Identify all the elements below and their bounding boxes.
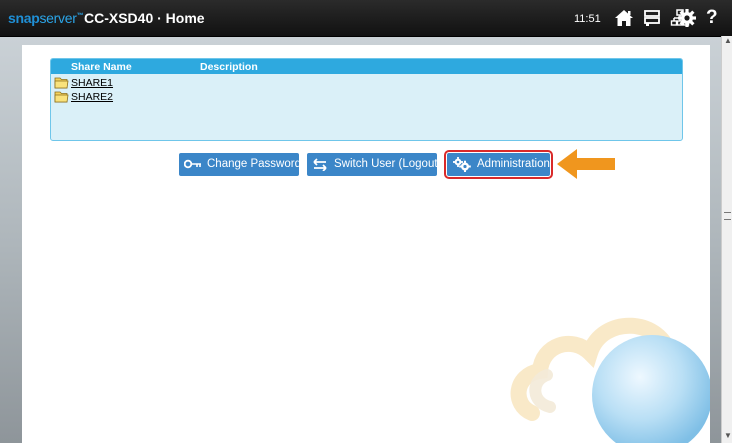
storage-icon[interactable] <box>642 8 662 28</box>
switch-arrows-icon <box>313 158 327 171</box>
folder-icon <box>54 77 69 89</box>
page-title: CC-XSD40 · Home <box>84 10 205 26</box>
share-link[interactable]: SHARE1 <box>71 77 113 89</box>
logo-snap-text: snap <box>8 10 40 26</box>
main-content: Share Name Description SHARE1 SHARE2 Cha… <box>22 45 710 443</box>
gear-icon[interactable] <box>677 8 697 28</box>
snapserver-logo[interactable]: snapserver™ <box>8 10 84 26</box>
home-icon[interactable] <box>614 8 634 28</box>
key-icon <box>184 159 201 169</box>
top-bar: snapserver™ CC-XSD40 · Home 11:51 ? <box>0 0 732 37</box>
column-share-name: Share Name <box>71 61 132 73</box>
administration-label: Administration <box>477 158 550 170</box>
logo-trademark: ™ <box>76 12 84 20</box>
share-link[interactable]: SHARE2 <box>71 91 113 103</box>
logo-server-text: server <box>39 10 77 26</box>
help-icon[interactable]: ? <box>706 7 718 29</box>
scroll-down-arrow-icon[interactable]: ▼ <box>723 431 732 441</box>
vertical-scrollbar[interactable]: ▲ ▼ <box>721 36 732 443</box>
cloud-decoration-icon <box>510 317 710 443</box>
change-password-label: Change Password <box>207 158 301 170</box>
switch-user-label: Switch User (Logout) <box>334 158 442 170</box>
shares-table: Share Name Description SHARE1 SHARE2 <box>50 58 683 141</box>
folder-icon <box>54 91 69 103</box>
change-password-button[interactable]: Change Password <box>179 153 301 176</box>
gears-icon <box>453 157 471 172</box>
pointer-arrow-icon <box>557 149 615 179</box>
scroll-up-arrow-icon[interactable]: ▲ <box>723 36 732 46</box>
clock-time: 11:51 <box>574 13 601 25</box>
column-description: Description <box>200 61 258 73</box>
administration-button[interactable]: Administration <box>444 150 553 179</box>
scroll-grip[interactable] <box>724 212 731 220</box>
shares-table-header: Share Name Description <box>51 59 682 74</box>
switch-user-button[interactable]: Switch User (Logout) <box>307 153 441 176</box>
